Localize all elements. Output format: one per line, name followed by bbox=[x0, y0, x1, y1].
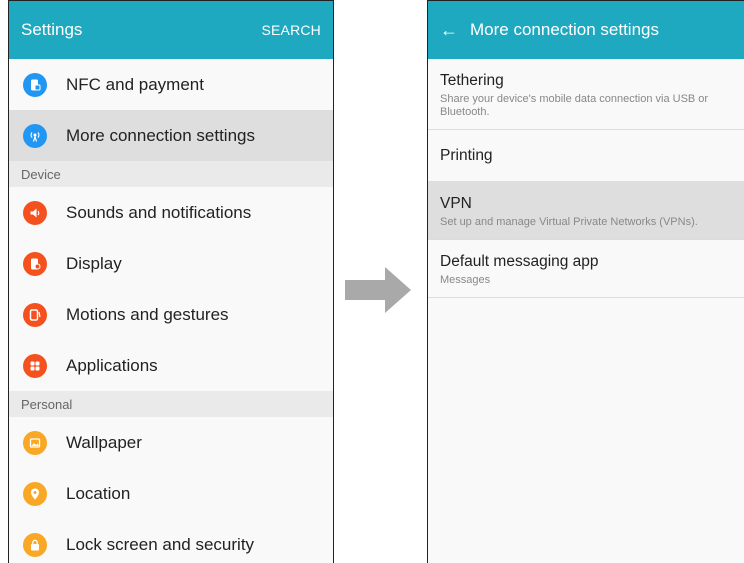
location-item[interactable]: Location bbox=[9, 468, 333, 519]
search-button[interactable]: SEARCH bbox=[261, 22, 321, 38]
setting-description: Set up and manage Virtual Private Networ… bbox=[440, 216, 698, 228]
settings-screen: Settings SEARCH NFC and payment More con… bbox=[8, 0, 334, 563]
lock-screen-and-security-item[interactable]: Lock screen and security bbox=[9, 519, 333, 563]
printing-setting[interactable]: Printing bbox=[428, 130, 744, 182]
apps-grid-icon bbox=[23, 353, 47, 378]
antenna-icon bbox=[23, 123, 47, 148]
display-icon bbox=[23, 251, 47, 276]
item-label: NFC and payment bbox=[66, 74, 204, 94]
motions-and-gestures-item[interactable]: Motions and gestures bbox=[9, 289, 333, 340]
app-bar: ← More connection settings bbox=[428, 1, 744, 59]
applications-item[interactable]: Applications bbox=[9, 340, 333, 391]
wallpaper-item[interactable]: Wallpaper bbox=[9, 417, 333, 468]
item-label: Location bbox=[66, 483, 131, 503]
setting-title: VPN bbox=[440, 195, 472, 212]
more-connection-settings-screen: ← More connection settings Tethering Sha… bbox=[427, 0, 744, 563]
nfc-icon bbox=[23, 72, 47, 97]
setting-description: Messages bbox=[440, 274, 491, 286]
page-title: More connection settings bbox=[470, 20, 659, 39]
display-item[interactable]: Display bbox=[9, 238, 333, 289]
setting-title: Tethering bbox=[440, 72, 504, 89]
image-icon bbox=[23, 430, 47, 455]
vpn-setting[interactable]: VPN Set up and manage Virtual Private Ne… bbox=[428, 182, 744, 240]
sounds-and-notifications-item[interactable]: Sounds and notifications bbox=[9, 187, 333, 238]
item-label: Motions and gestures bbox=[66, 304, 229, 324]
item-label: Lock screen and security bbox=[66, 534, 255, 554]
speaker-icon bbox=[23, 200, 47, 225]
item-label: Applications bbox=[66, 355, 158, 375]
section-header-personal: Personal bbox=[9, 391, 333, 417]
default-messaging-app-setting[interactable]: Default messaging app Messages bbox=[428, 240, 744, 298]
lock-icon bbox=[23, 532, 47, 557]
page-title: Settings bbox=[21, 20, 83, 39]
location-pin-icon bbox=[23, 481, 47, 506]
setting-title: Default messaging app bbox=[440, 253, 599, 270]
item-label: Wallpaper bbox=[66, 432, 142, 452]
right-arrow-icon bbox=[345, 267, 411, 313]
tethering-setting[interactable]: Tethering Share your device's mobile dat… bbox=[428, 59, 744, 130]
setting-description: Share your device's mobile data connecti… bbox=[440, 93, 709, 118]
item-label: More connection settings bbox=[66, 125, 255, 145]
item-label: Sounds and notifications bbox=[66, 202, 252, 222]
nfc-and-payment-item[interactable]: NFC and payment bbox=[9, 59, 333, 110]
more-connection-settings-item[interactable]: More connection settings bbox=[9, 110, 333, 161]
section-header-device: Device bbox=[9, 161, 333, 187]
back-arrow-icon[interactable]: ← bbox=[440, 21, 458, 39]
setting-title: Printing bbox=[440, 146, 493, 164]
app-bar: Settings SEARCH bbox=[9, 1, 333, 59]
item-label: Display bbox=[66, 253, 122, 273]
motion-icon bbox=[23, 302, 47, 327]
